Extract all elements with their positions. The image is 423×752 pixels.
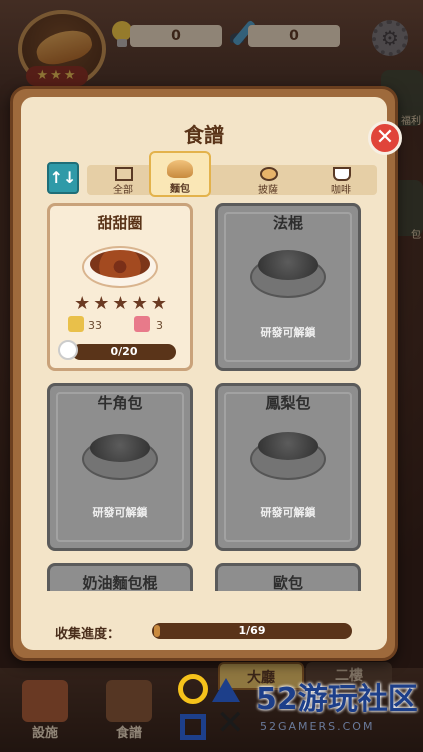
recipe-book-page: 食譜 ↑↓ 全部 披薩 咖啡 麵包 甜甜圈 ★★★★★ 33 3 0/20 法棍… — [21, 97, 387, 650]
recipe-name: 法棍 — [272, 214, 303, 232]
category-tabbar: 全部 披薩 咖啡 — [87, 165, 377, 196]
chef-hat-icon — [58, 340, 78, 360]
tab-pizza[interactable]: 披薩 — [232, 165, 304, 196]
thumbs-up-icon — [134, 316, 150, 332]
recipe-card-baguette[interactable]: 法棍 研發可解鎖 — [215, 203, 361, 371]
recipe-name: 鳳梨包 — [265, 394, 311, 412]
recipe-name: 奶油麵包棍 — [82, 574, 158, 591]
customer-icon — [68, 316, 84, 332]
coffee-icon — [333, 167, 351, 181]
game-screen: ★★★ 0 0 ⚙ 福利 包 設施 食譜 大廳 二樓 食譜 ↑↓ 全部 披薩 咖… — [0, 0, 423, 752]
pineapple-bun-icon — [258, 432, 318, 460]
cross-icon: ✕ — [216, 703, 245, 743]
recipe-card-butter-breadstick[interactable]: 奶油麵包棍 — [47, 563, 193, 591]
collection-progress-value: 1/69 — [238, 624, 266, 637]
tab-coffee-label: 咖啡 — [331, 185, 351, 196]
donut-icon — [90, 250, 150, 278]
lock-hint: 研發可解鎖 — [260, 326, 316, 339]
circle-icon — [178, 674, 208, 704]
lock-hint: 研發可解鎖 — [92, 506, 148, 519]
recipe-card-donut[interactable]: 甜甜圈 ★★★★★ 33 3 0/20 — [47, 203, 193, 371]
recipe-book-panel: 食譜 ↑↓ 全部 披薩 咖啡 麵包 甜甜圈 ★★★★★ 33 3 0/20 法棍… — [10, 86, 398, 661]
pizza-icon — [260, 167, 278, 181]
site-watermark: ✕ 52游玩社区 52GAMERS.COM — [176, 672, 423, 752]
watermark-text: 52游玩社区 — [256, 682, 418, 717]
tab-bread[interactable]: 麵包 — [149, 151, 211, 197]
recipe-book-title: 食譜 — [184, 123, 224, 147]
recipe-name: 歐包 — [272, 574, 303, 591]
recipe-name: 甜甜圈 — [97, 214, 143, 232]
recipe-grid: 甜甜圈 ★★★★★ 33 3 0/20 法棍 研發可解鎖 牛角包 研發可解鎖 鳳… — [21, 203, 387, 591]
recipe-star-rating: ★★★★★ — [74, 293, 170, 314]
lock-hint: 研發可解鎖 — [260, 506, 316, 519]
tab-bread-label: 麵包 — [170, 184, 190, 195]
close-button[interactable]: ✕ — [368, 121, 402, 155]
tab-pizza-label: 披薩 — [258, 185, 278, 196]
recipe-like-count: 3 — [156, 319, 163, 332]
recipe-customer-count: 33 — [88, 319, 102, 332]
grid-icon — [115, 167, 133, 181]
tab-coffee[interactable]: 咖啡 — [305, 165, 377, 196]
collection-progress-label: 收集進度： — [55, 627, 121, 642]
bread-icon — [167, 160, 193, 178]
collection-progress-bar: 1/69 — [152, 623, 352, 639]
recipe-card-croissant[interactable]: 牛角包 研發可解鎖 — [47, 383, 193, 551]
baguette-icon — [258, 250, 318, 280]
watermark-url: 52GAMERS.COM — [260, 720, 375, 733]
square-icon — [180, 714, 206, 740]
triangle-icon — [212, 678, 240, 702]
recipe-name: 牛角包 — [97, 394, 143, 412]
sort-button[interactable]: ↑↓ — [47, 162, 79, 194]
recipe-progress: 0/20 — [72, 344, 176, 360]
recipe-card-european-bread[interactable]: 歐包 — [215, 563, 361, 591]
croissant-icon — [90, 434, 150, 462]
recipe-card-pineapple-bun[interactable]: 鳳梨包 研發可解鎖 — [215, 383, 361, 551]
